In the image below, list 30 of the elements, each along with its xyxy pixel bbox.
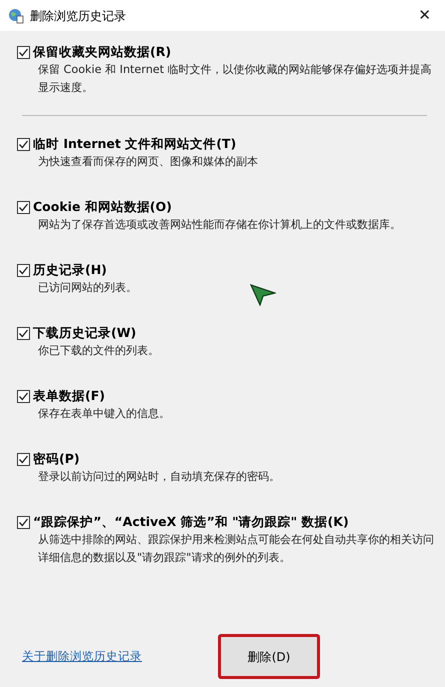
cursor-icon — [250, 284, 276, 306]
delete-button[interactable]: 删除(D) — [218, 634, 320, 679]
option-description: 已访问网站的列表。 — [38, 280, 138, 296]
app-icon — [8, 8, 24, 24]
option-label: 历史记录(H) — [33, 261, 107, 279]
option-description: 保存在表单中键入的信息。 — [38, 406, 171, 422]
checkbox[interactable] — [17, 264, 30, 276]
option-description: 你已下载的文件的列表。 — [38, 343, 160, 359]
option-label: 下载历史记录(W) — [33, 324, 136, 342]
option-label: 保留收藏夹网站数据(R) — [33, 43, 172, 61]
option-label: 表单数据(F) — [33, 387, 105, 405]
option-description: 从筛选中排除的网站、跟踪保护用来检测站点可能会在何处自动共享你的相关访问详细信息的数据以及"请勿跟踪"请求的例外的列表。 — [38, 532, 435, 566]
checkbox[interactable] — [17, 138, 30, 150]
close-button[interactable]: ✕ — [412, 4, 437, 27]
option-label: 密码(P) — [33, 450, 80, 468]
checkbox[interactable] — [17, 46, 30, 58]
option-description: 网站为了保存首选项或改善网站性能而存储在你计算机上的文件或数据库。 — [38, 217, 402, 233]
option-description: 登录以前访问过的网站时，自动填充保存的密码。 — [38, 469, 281, 485]
help-link[interactable]: 关于删除浏览历史记录 — [22, 648, 142, 666]
checkbox[interactable] — [17, 452, 30, 466]
window-title: 删除浏览历史记录 — [30, 8, 127, 24]
option-description: 保留 Cookie 和 Internet 临时文件，以使你收藏的网站能够保存偏好选项并提高显示速度。 — [38, 62, 433, 96]
option-description: 为快速查看而保存的网页、图像和媒体的副本 — [38, 154, 259, 170]
option-label: Cookie 和网站数据(O) — [33, 198, 172, 216]
checkbox[interactable] — [17, 326, 30, 340]
checkbox[interactable] — [17, 200, 30, 214]
option-label: 临时 Internet 文件和网站文件(T) — [33, 135, 236, 153]
option-label: “跟踪保护”、“ActiveX 筛选”和 "请勿跟踪" 数据(K) — [33, 513, 349, 531]
checkbox[interactable] — [17, 390, 30, 402]
checkbox[interactable] — [17, 516, 30, 528]
